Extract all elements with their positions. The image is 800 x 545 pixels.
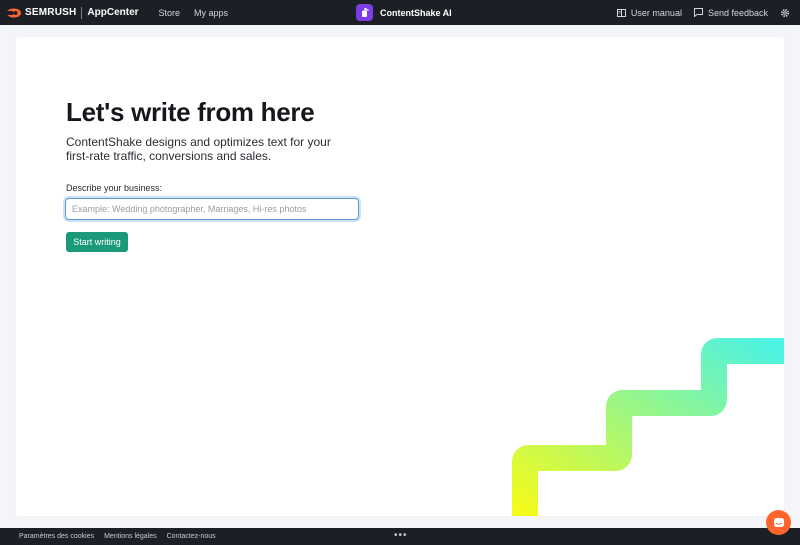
footer-cookie-settings[interactable]: Paramètres des cookies [19, 533, 94, 540]
start-writing-button[interactable]: Start writing [66, 232, 128, 252]
book-icon [616, 8, 626, 17]
user-manual-label: User manual [630, 7, 682, 18]
nav-my-apps[interactable]: My apps [194, 8, 228, 18]
message-icon [693, 8, 703, 17]
settings-button[interactable] [780, 8, 790, 18]
send-feedback-label: Send feedback [707, 7, 768, 18]
brand-appcenter: AppCenter [87, 7, 139, 18]
send-feedback-link[interactable]: Send feedback [693, 7, 768, 18]
chat-button[interactable] [766, 510, 791, 535]
page-heading: Let's write from here [66, 97, 315, 127]
current-app[interactable]: ContentShake AI [356, 3, 452, 22]
top-nav: Store My apps [159, 8, 243, 18]
main-card: Let's write from here ContentShake desig… [16, 37, 784, 516]
business-field-label: Describe your business: [66, 183, 163, 193]
gear-icon [780, 8, 790, 17]
top-bar: SEMRUSH AppCenter Store My apps ContentS… [0, 0, 800, 25]
header-actions: User manual Send feedback [616, 0, 800, 25]
brand-logo[interactable]: SEMRUSH AppCenter [6, 6, 139, 19]
brand-separator [81, 6, 83, 19]
nav-store[interactable]: Store [159, 8, 181, 18]
footer-contact[interactable]: Contactez-nous [167, 533, 216, 540]
semrush-flame-icon [7, 8, 21, 17]
chat-icon [773, 517, 784, 527]
user-manual-link[interactable]: User manual [616, 7, 682, 18]
contentshake-icon [356, 4, 373, 21]
app-title: ContentShake AI [380, 7, 452, 18]
business-description-input[interactable] [65, 198, 359, 220]
footer-more-menu[interactable]: ••• [394, 530, 408, 541]
footer: Paramètres des cookies Mentions légales … [0, 528, 800, 545]
footer-legal-notice[interactable]: Mentions légales [104, 533, 157, 540]
page-subtext: ContentShake designs and optimizes text … [66, 135, 331, 163]
brand-name: SEMRUSH [25, 7, 77, 18]
